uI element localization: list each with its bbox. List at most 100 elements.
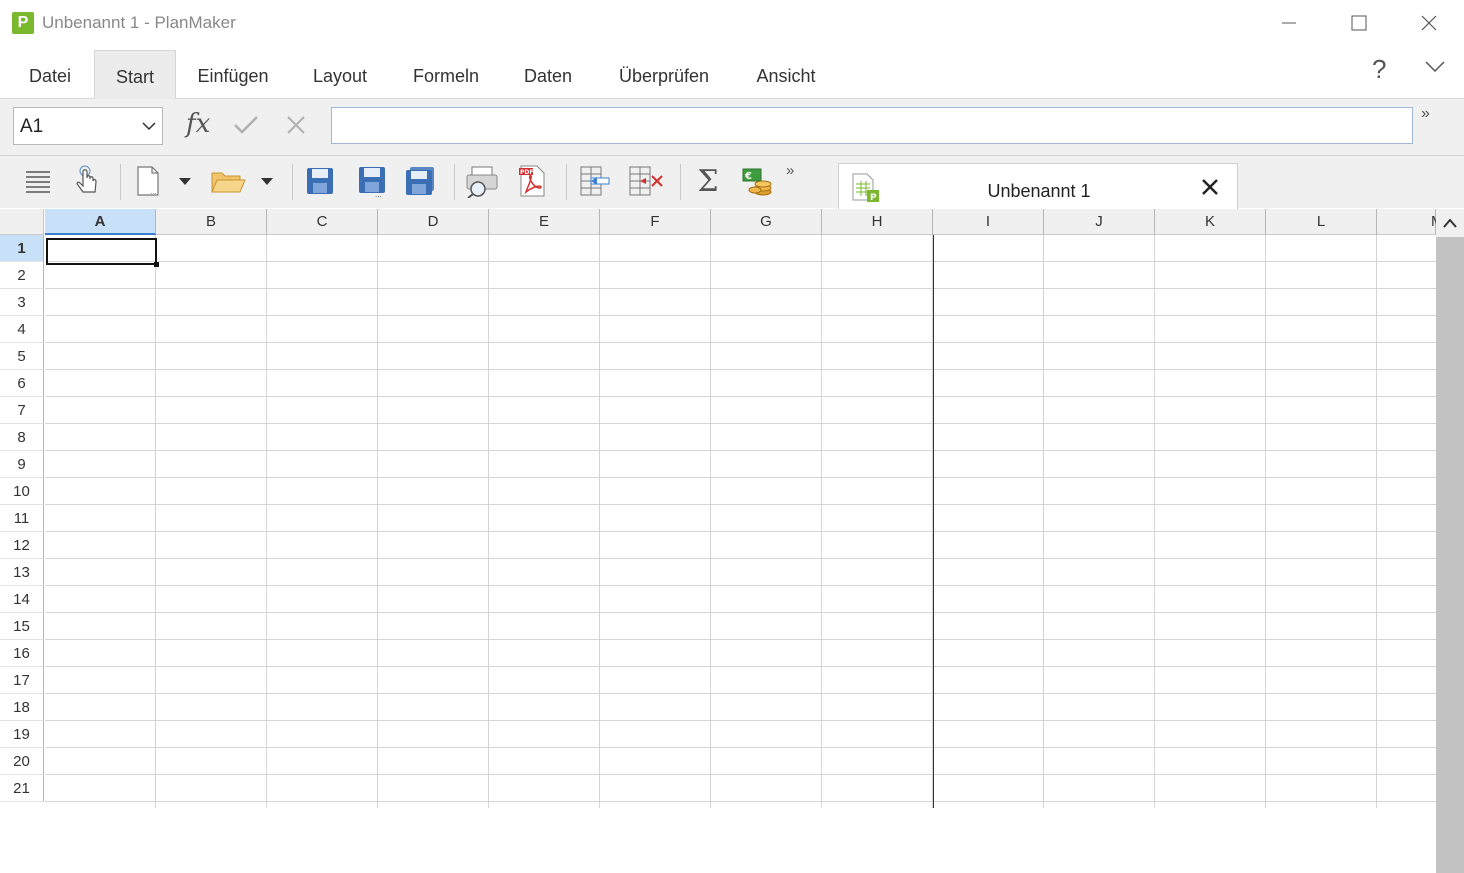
row-header-8[interactable]: 8 <box>0 424 44 451</box>
svg-text:€: € <box>744 171 752 182</box>
maximize-button[interactable] <box>1324 0 1394 46</box>
checkmark-icon <box>234 116 258 134</box>
touch-mode-icon <box>76 165 97 193</box>
save-button[interactable] <box>302 162 338 200</box>
touch-mode-button[interactable] <box>68 162 104 200</box>
column-header-i[interactable]: I <box>933 209 1044 235</box>
menu-layout[interactable]: Layout <box>300 48 380 96</box>
cell-area[interactable] <box>45 235 1436 808</box>
export-pdf-button[interactable]: PDF <box>514 162 550 200</box>
save-as-button[interactable]: ... <box>354 162 390 200</box>
close-icon <box>1421 15 1437 31</box>
svg-text:PDF: PDF <box>520 169 533 176</box>
row-header-10[interactable]: 10 <box>0 478 44 505</box>
row-header-2[interactable]: 2 <box>0 262 44 289</box>
menu-start[interactable]: Start <box>94 50 176 99</box>
window-title: Unbenannt 1 - PlanMaker <box>42 13 236 32</box>
maximize-icon <box>1351 15 1367 31</box>
new-document-icon: ... <box>137 166 159 196</box>
document-tab-label: Unbenannt 1 <box>987 181 1091 201</box>
new-document-dropdown[interactable] <box>170 162 200 200</box>
row-header-13[interactable]: 13 <box>0 559 44 586</box>
row-header-9[interactable]: 9 <box>0 451 44 478</box>
row-header-20[interactable]: 20 <box>0 748 44 775</box>
row-header-14[interactable]: 14 <box>0 586 44 613</box>
document-tab[interactable]: P Unbenannt 1 <box>838 163 1238 209</box>
row-header-16[interactable]: 16 <box>0 640 44 667</box>
page-break-line <box>933 235 934 808</box>
insert-function-button[interactable]: fx <box>186 109 210 139</box>
menu-button[interactable] <box>20 162 56 200</box>
select-all-corner[interactable] <box>0 209 44 235</box>
close-window-button[interactable] <box>1394 0 1464 46</box>
confirm-entry-button[interactable] <box>232 113 260 142</box>
menu-ansicht[interactable]: Ansicht <box>742 48 830 96</box>
fill-handle[interactable] <box>154 262 159 267</box>
column-header-h[interactable]: H <box>822 209 933 235</box>
column-header-k[interactable]: K <box>1155 209 1266 235</box>
column-header-g[interactable]: G <box>711 209 822 235</box>
spreadsheet-grid[interactable]: A B C D E F G H I J K L M 1 2 3 4 5 6 7 … <box>0 209 1436 808</box>
open-folder-icon <box>211 172 246 193</box>
row-header-15[interactable]: 15 <box>0 613 44 640</box>
row-header-6[interactable]: 6 <box>0 370 44 397</box>
save-all-button[interactable] <box>402 162 438 200</box>
formula-bar-more-button[interactable]: » <box>1421 105 1430 123</box>
insert-cells-button[interactable] <box>576 162 612 200</box>
row-header-5[interactable]: 5 <box>0 343 44 370</box>
toolbar-more-button[interactable]: » <box>786 162 794 179</box>
save-as-icon: ... <box>359 167 385 197</box>
menu-formeln[interactable]: Formeln <box>398 48 494 96</box>
menu-daten[interactable]: Daten <box>512 48 584 96</box>
column-header-l[interactable]: L <box>1266 209 1377 235</box>
scroll-up-button[interactable] <box>1436 209 1464 237</box>
row-header-21[interactable]: 21 <box>0 775 44 802</box>
caret-down-icon <box>179 178 191 185</box>
insert-cells-icon <box>580 166 610 196</box>
formula-input[interactable] <box>331 107 1413 144</box>
column-header-m[interactable]: M <box>1377 209 1436 235</box>
menu-datei[interactable]: Datei <box>14 48 86 96</box>
column-header-c[interactable]: C <box>267 209 378 235</box>
toolbar-separator <box>120 164 121 200</box>
formula-bar: A1 fx » <box>0 99 1464 156</box>
column-header-f[interactable]: F <box>600 209 711 235</box>
open-document-dropdown[interactable] <box>252 162 282 200</box>
chevron-down-icon[interactable] <box>142 119 156 137</box>
column-header-b[interactable]: B <box>156 209 267 235</box>
column-header-j[interactable]: J <box>1044 209 1155 235</box>
new-document-button[interactable]: ... <box>130 162 166 200</box>
row-header-17[interactable]: 17 <box>0 667 44 694</box>
menu-einfuegen[interactable]: Einfügen <box>182 48 284 96</box>
row-header-18[interactable]: 18 <box>0 694 44 721</box>
minimize-button[interactable] <box>1254 0 1324 46</box>
column-header-e[interactable]: E <box>489 209 600 235</box>
caret-down-icon <box>261 178 273 185</box>
autosum-button[interactable]: Σ <box>690 162 726 200</box>
help-button[interactable]: ? <box>1372 54 1386 85</box>
column-header-d[interactable]: D <box>378 209 489 235</box>
row-header-3[interactable]: 3 <box>0 289 44 316</box>
close-document-button[interactable] <box>1201 178 1219 201</box>
delete-cells-button[interactable] <box>628 162 664 200</box>
collapse-ribbon-button[interactable] <box>1424 60 1446 79</box>
scrollbar-thumb[interactable] <box>1436 237 1464 873</box>
column-header-a[interactable]: A <box>45 209 156 235</box>
active-cell-a1[interactable] <box>46 238 159 267</box>
quick-toolbar: ... ... PDF Σ € » <box>0 156 1464 208</box>
row-header-4[interactable]: 4 <box>0 316 44 343</box>
currency-button[interactable]: € <box>740 162 776 200</box>
open-document-button[interactable] <box>210 162 246 200</box>
cancel-entry-button[interactable] <box>286 115 306 140</box>
row-header-12[interactable]: 12 <box>0 532 44 559</box>
row-header-19[interactable]: 19 <box>0 721 44 748</box>
vertical-scrollbar[interactable] <box>1436 209 1464 873</box>
planmaker-logo-icon: P <box>12 12 34 34</box>
row-header-1[interactable]: 1 <box>0 235 44 262</box>
menu-ueberpruefen[interactable]: Überprüfen <box>604 48 724 96</box>
cell-reference-box[interactable]: A1 <box>13 107 163 145</box>
row-header-11[interactable]: 11 <box>0 505 44 532</box>
print-preview-button[interactable] <box>464 162 500 200</box>
menu-icon <box>26 171 50 193</box>
row-header-7[interactable]: 7 <box>0 397 44 424</box>
